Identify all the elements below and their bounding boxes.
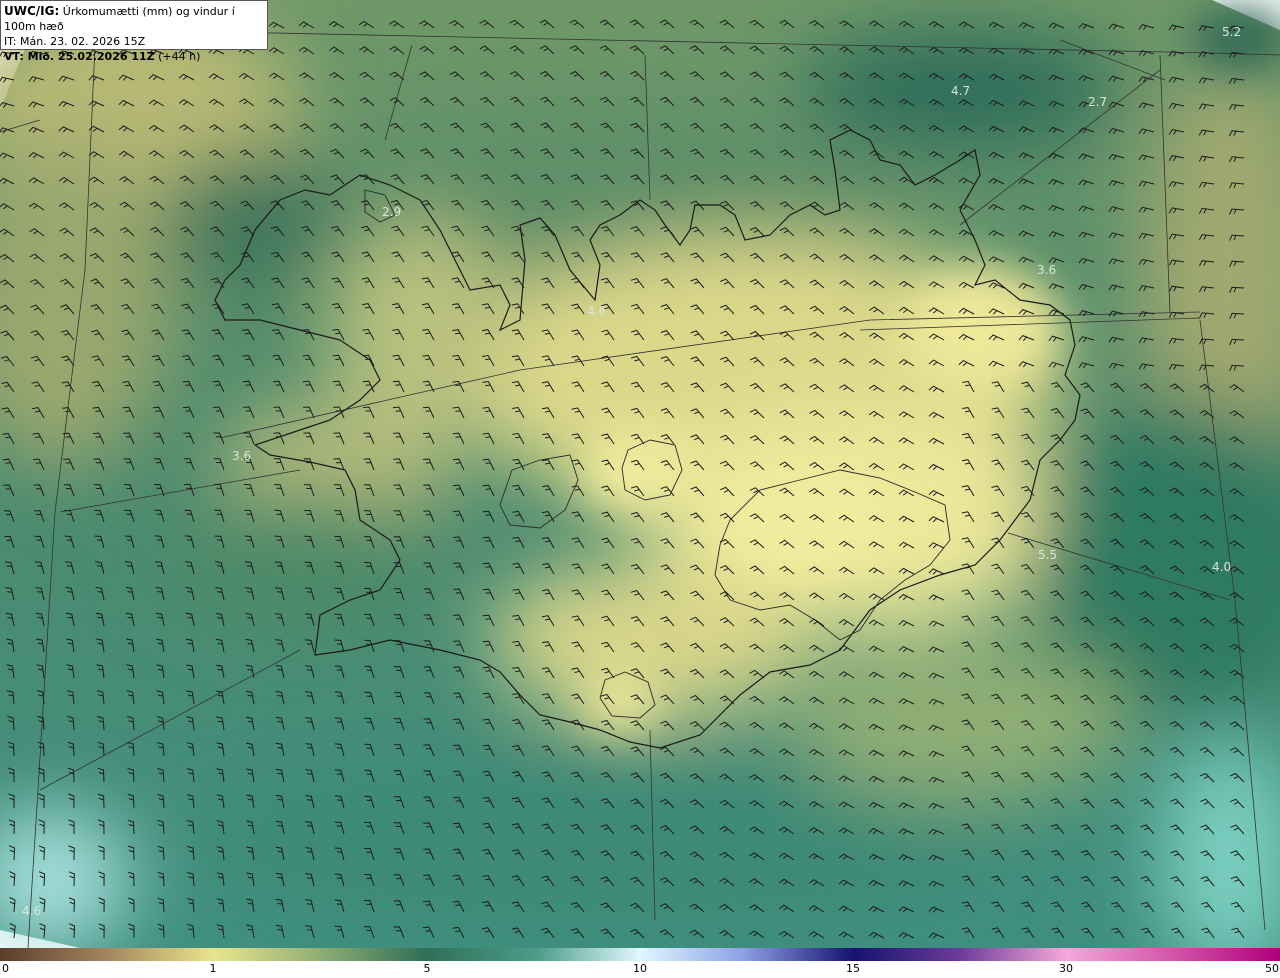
field-label: 4.7 [951,84,970,98]
model-code: UWC/IG: [4,4,60,18]
colorbar-tick: 30 [1059,962,1073,975]
init-time: IT: Mán. 23. 02. 2026 15Z [4,35,146,48]
map-info-box: UWC/IG: Úrkomumætti (mm) og vindur í 100… [0,0,268,63]
field-label: 5.2 [1222,25,1241,39]
colorbar-strip [0,948,1280,961]
colorbar-tick: 1 [209,962,217,975]
colorbar-tick: 0 [2,962,9,975]
colorbar-gradient [0,948,1280,961]
colorbar-tick: 15 [846,962,860,975]
forecast-offset: (+44 h) [158,50,201,63]
field-label: 3.6 [232,449,251,463]
field-label: 4.6 [22,904,41,918]
colorbar: 0 1 5 10 15 30 50 [0,948,1280,978]
field-label: 3.6 [1037,263,1056,277]
field-label: 2.7 [1088,95,1107,109]
valid-time-line: VT: Mið. 25.02.2026 11Z (+44 h) [4,49,264,64]
valid-time: VT: Mið. 25.02.2026 11Z [4,50,155,63]
title-line: UWC/IG: Úrkomumætti (mm) og vindur í 100… [4,4,264,34]
field-label: 2.9 [382,205,401,219]
map-svg: 5.2 4.7 2.7 2.9 3.6 4.6 3.6 5.5 4.0 4.6 [0,0,1280,978]
field-label: 4.0 [1212,560,1231,574]
field-label: 4.6 [587,304,606,318]
field-label: 5.5 [1038,548,1057,562]
colorbar-tick: 5 [423,962,431,975]
weather-map: 5.2 4.7 2.7 2.9 3.6 4.6 3.6 5.5 4.0 4.6 [0,0,1280,978]
colorbar-tick: 10 [633,962,647,975]
colorbar-tick: 50 [1265,962,1279,975]
